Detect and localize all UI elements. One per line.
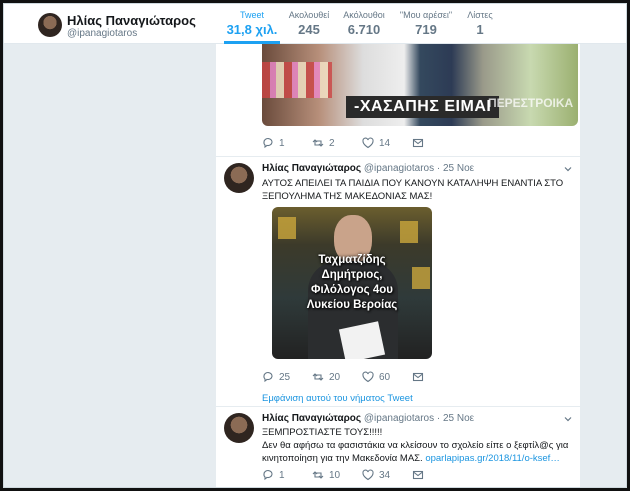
photo-paper [338,321,386,359]
stat-followers[interactable]: Ακόλουθοι 6.710 [338,10,390,37]
tweet-text: ΞΕΜΠΡΟΣΤΙΑΣΤΕ ΤΟΥΣ!!!!! Δεν θα αφήσω τα … [262,426,572,465]
stat-followers-label: Ακόλουθοι [343,10,385,20]
tweet-actions: 25 20 60 [262,371,580,385]
tweet-author-name[interactable]: Ηλίας Παναγιώταρος [262,413,361,424]
stat-lists[interactable]: Λίστες 1 [460,10,500,37]
stat-tweets-label: Tweet [239,10,264,20]
stat-followers-value: 6.710 [347,22,381,37]
tweet-text-line: κινητοποίηση για την Μακεδονία ΜΑΣ. opar… [262,452,572,465]
tweet-author-name[interactable]: Ηλίας Παναγιώταρος [262,163,361,174]
tweet-author-handle[interactable]: @ipanagiotaros [364,163,434,174]
stat-tweets[interactable]: Tweet 31,8 χιλ. [224,10,280,44]
profile-avatar[interactable] [38,13,62,37]
photo-caption-line: Ταχματζίδης [318,254,386,266]
photo-caption: Ταχματζίδης Δημήτριος, Φιλόλογος 4ου Λυκ… [272,253,432,313]
photo-caption-line: Δημήτριος, [321,269,383,281]
retweet-count: 10 [329,469,341,481]
show-thread-link[interactable]: Εμφάνιση αυτού του νήματος Tweet [262,393,413,404]
tweet[interactable]: Ηλίας Παναγιώταρος @ipanagiotaros · 25 Ν… [216,156,580,406]
like-button[interactable]: 60 [362,371,390,383]
mail-icon [412,372,424,382]
like-button[interactable]: 14 [362,137,390,149]
dm-button[interactable] [412,137,424,149]
tweet[interactable]: Ηλίας Παναγιώταρος @ipanagiotaros · 25 Ν… [216,406,580,487]
tweet-actions: 1 10 34 [262,469,580,483]
tweet-header: Ηλίας Παναγιώταρος @ipanagiotaros · 25 Ν… [262,163,474,174]
photo-caption-line: Φιλόλογος 4ου [311,284,393,296]
retweet-button[interactable]: 20 [312,371,340,383]
like-button[interactable]: 34 [362,469,390,481]
dm-button[interactable] [412,469,424,481]
photo-seat [278,217,296,239]
tweet-avatar[interactable] [224,413,254,443]
like-count: 34 [379,469,391,481]
timeline: -ΧΑΣΑΠΗΣ ΕΙΜΑΙ ΠΕΡΕΣΤΡΟΙΚΑ 1 2 14 Ηλίας … [216,44,580,487]
like-count: 14 [379,137,391,149]
reply-count: 1 [279,137,285,149]
stat-likes-value: 719 [415,22,437,37]
photo-seat [400,221,418,243]
tweet-link[interactable]: oparlapipas.gr/2018/11/ο-ksef… [425,453,560,464]
tweet-header: Ηλίας Παναγιώταρος @ipanagiotaros · 25 Ν… [262,413,474,424]
stat-following[interactable]: Ακολουθεί 245 [286,10,332,37]
stat-following-value: 245 [298,22,320,37]
heart-icon [362,371,374,383]
chevron-down-icon[interactable] [564,415,572,423]
profile-header: Ηλίας Παναγιώταρος @ipanagiotaros Tweet … [4,4,626,44]
retweet-button[interactable]: 2 [312,137,335,149]
reply-button[interactable]: 1 [262,469,285,481]
photo-caption-line: Λυκείου Βεροίας [306,299,398,311]
tweet-actions: 1 2 14 [262,137,580,151]
stat-likes-label: "Μου αρέσει" [399,10,453,20]
butcher-counter [262,62,332,98]
mail-icon [412,138,424,148]
heart-icon [362,137,374,149]
stat-following-label: Ακολουθεί [288,10,330,20]
tweet-author-handle[interactable]: @ipanagiotaros [364,413,434,424]
reply-icon [263,137,273,149]
chevron-down-icon[interactable] [564,165,572,173]
retweet-icon [312,139,324,147]
retweet-icon [312,373,324,381]
dm-button[interactable] [412,371,424,383]
reply-count: 25 [279,371,291,383]
profile-name[interactable]: Ηλίας Παναγιώταρος [67,13,196,28]
tweet-date[interactable]: · 25 Νοε [437,163,474,174]
tweet-image[interactable]: -ΧΑΣΑΠΗΣ ΕΙΜΑΙ ΠΕΡΕΣΤΡΟΙΚΑ [262,44,578,126]
reply-button[interactable]: 1 [262,137,285,149]
retweet-count: 2 [329,137,335,149]
profile-handle[interactable]: @ipanagiotaros [67,28,137,39]
reply-icon [263,371,273,383]
heart-icon [362,469,374,481]
stat-lists-label: Λίστες [467,10,493,20]
tweet-photo[interactable]: Ταχματζίδης Δημήτριος, Φιλόλογος 4ου Λυκ… [272,207,432,359]
like-count: 60 [379,371,391,383]
app-window: Ηλίας Παναγιώταρος @ipanagiotaros Tweet … [3,3,627,488]
reply-button[interactable]: 25 [262,371,290,383]
tweet-date[interactable]: · 25 Νοε [437,413,474,424]
stat-tweets-value: 31,8 χιλ. [226,22,278,37]
stat-likes[interactable]: "Μου αρέσει" 719 [396,10,456,37]
tweet-text-line: Δεν θα αφήσω τα φασιστάκια να κλείσουν τ… [262,440,569,451]
stat-lists-value: 1 [476,22,484,37]
tweet-text-line: ΞΕΜΠΡΟΣΤΙΑΣΤΕ ΤΟΥΣ!!!!! [262,427,383,438]
image-caption: -ΧΑΣΑΠΗΣ ΕΙΜΑΙ [346,96,500,118]
tweet-avatar[interactable] [224,163,254,193]
retweet-count: 20 [329,371,341,383]
retweet-icon [312,471,324,479]
mail-icon [412,470,424,480]
reply-icon [263,469,273,481]
tweet-text: ΑΥΤΟΣ ΑΠΕΙΛΕΙ ΤΑ ΠΑΙΔΙΑ ΠΟΥ ΚΑΝΟΥΝ ΚΑΤΑΛ… [262,178,564,202]
tweet-text-span: κινητοποίηση για την Μακεδονία ΜΑΣ. [262,453,423,464]
retweet-button[interactable]: 10 [312,469,340,481]
reply-count: 1 [279,469,285,481]
image-watermark: ΠΕΡΕΣΤΡΟΙΚΑ [488,96,574,110]
